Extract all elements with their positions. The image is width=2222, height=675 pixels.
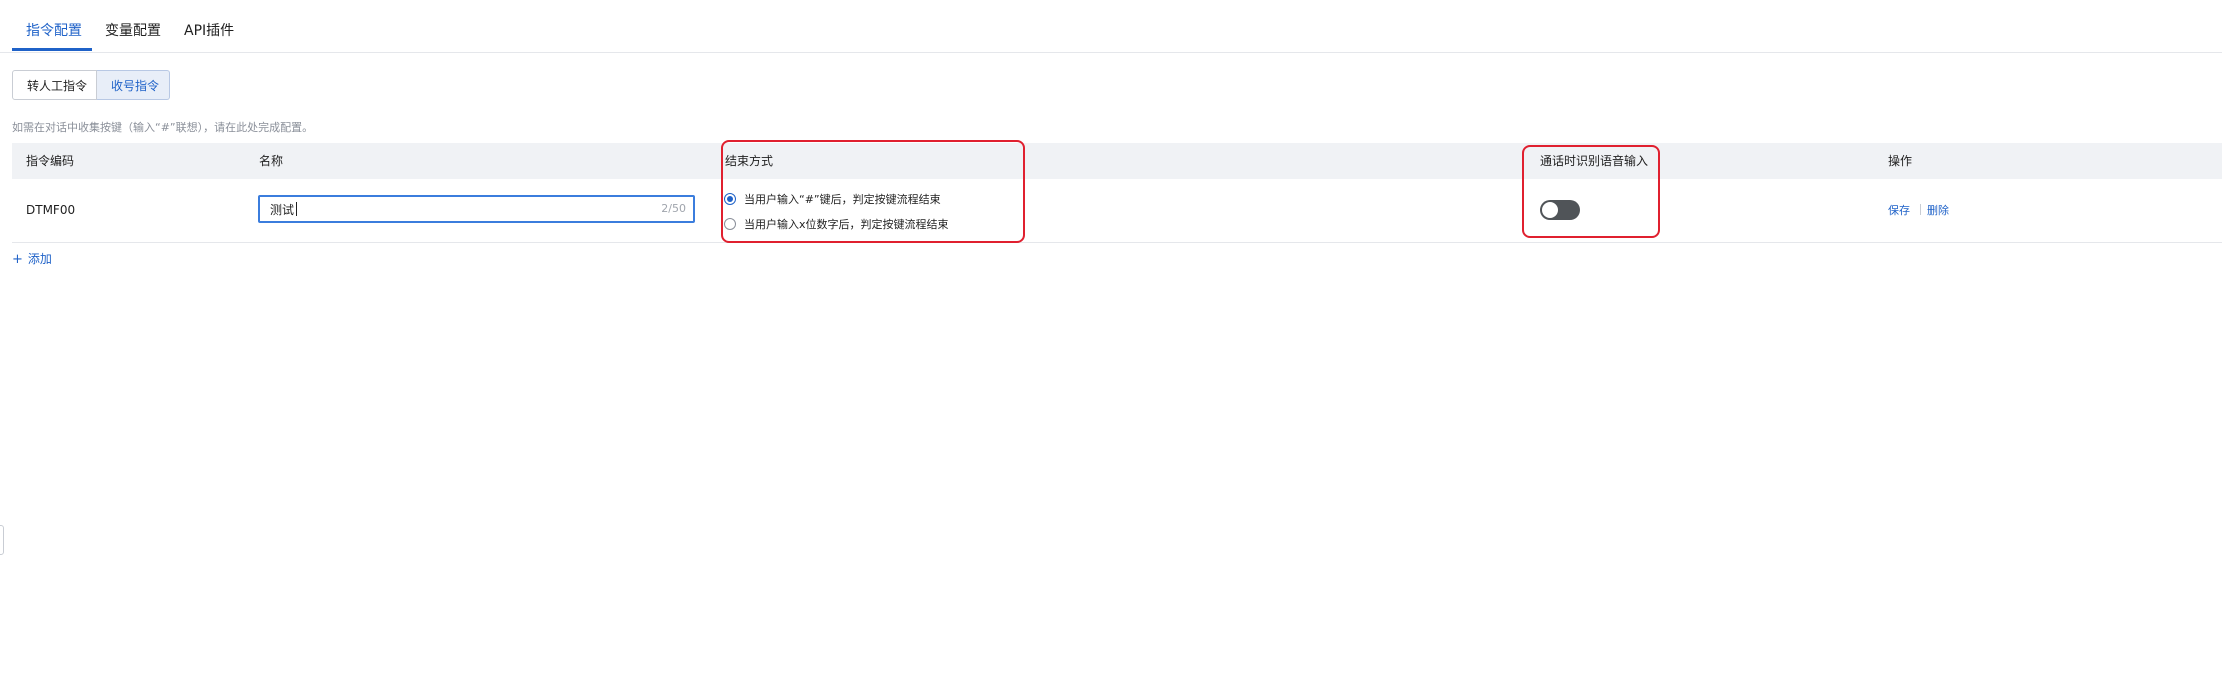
column-header-end-mode: 结束方式 bbox=[725, 154, 774, 168]
active-tab-indicator bbox=[12, 48, 92, 51]
command-type-segment: 转人工指令 收号指令 bbox=[12, 70, 170, 100]
side-panel-handle[interactable] bbox=[0, 525, 4, 555]
action-divider bbox=[1920, 204, 1921, 215]
segment-transfer-agent[interactable]: 转人工指令 bbox=[12, 70, 97, 100]
voice-input-toggle[interactable] bbox=[1540, 200, 1580, 220]
radio-unselected-icon[interactable] bbox=[724, 218, 736, 230]
column-header-voice-input: 通话时识别语音输入 bbox=[1540, 154, 1649, 168]
save-link[interactable]: 保存 bbox=[1888, 202, 1910, 218]
text-caret bbox=[296, 202, 297, 216]
plus-icon: + bbox=[12, 252, 23, 267]
tab-api-plugin[interactable]: API插件 bbox=[184, 0, 234, 52]
toggle-knob bbox=[1542, 202, 1558, 218]
end-option-hash-key[interactable]: 当用户输入“#”键后，判定按键流程结束 bbox=[724, 191, 941, 207]
segment-collect-digits[interactable]: 收号指令 bbox=[97, 70, 170, 100]
add-command-button[interactable]: + 添加 bbox=[12, 250, 52, 267]
end-option-label: 当用户输入“#”键后，判定按键流程结束 bbox=[744, 193, 941, 206]
name-input[interactable] bbox=[270, 197, 650, 221]
table-row: DTMF00 2/50 当用户输入“#”键后，判定按键流程结束 当用户输入x位数… bbox=[12, 179, 2222, 243]
command-code: DTMF00 bbox=[26, 203, 76, 217]
name-char-counter: 2/50 bbox=[661, 202, 686, 215]
top-tabs: 指令配置 变量配置 API插件 bbox=[0, 0, 2222, 53]
config-hint: 如需在对话中收集按键（输入“#”联想），请在此处完成配置。 bbox=[12, 121, 314, 134]
table-header: 指令编码 名称 结束方式 通话时识别语音输入 操作 bbox=[12, 143, 2222, 179]
end-option-label: 当用户输入x位数字后，判定按键流程结束 bbox=[744, 218, 949, 231]
tab-command-config[interactable]: 指令配置 bbox=[26, 0, 82, 52]
column-header-name: 名称 bbox=[259, 154, 284, 168]
column-header-actions: 操作 bbox=[1888, 154, 1913, 168]
end-option-digit-count[interactable]: 当用户输入x位数字后，判定按键流程结束 bbox=[724, 216, 949, 232]
delete-link[interactable]: 删除 bbox=[1927, 202, 1949, 218]
tab-variable-config[interactable]: 变量配置 bbox=[105, 0, 161, 52]
add-label: 添加 bbox=[27, 252, 52, 266]
radio-selected-icon[interactable] bbox=[724, 193, 736, 205]
column-header-code: 指令编码 bbox=[26, 154, 75, 168]
name-field[interactable]: 2/50 bbox=[258, 195, 695, 223]
